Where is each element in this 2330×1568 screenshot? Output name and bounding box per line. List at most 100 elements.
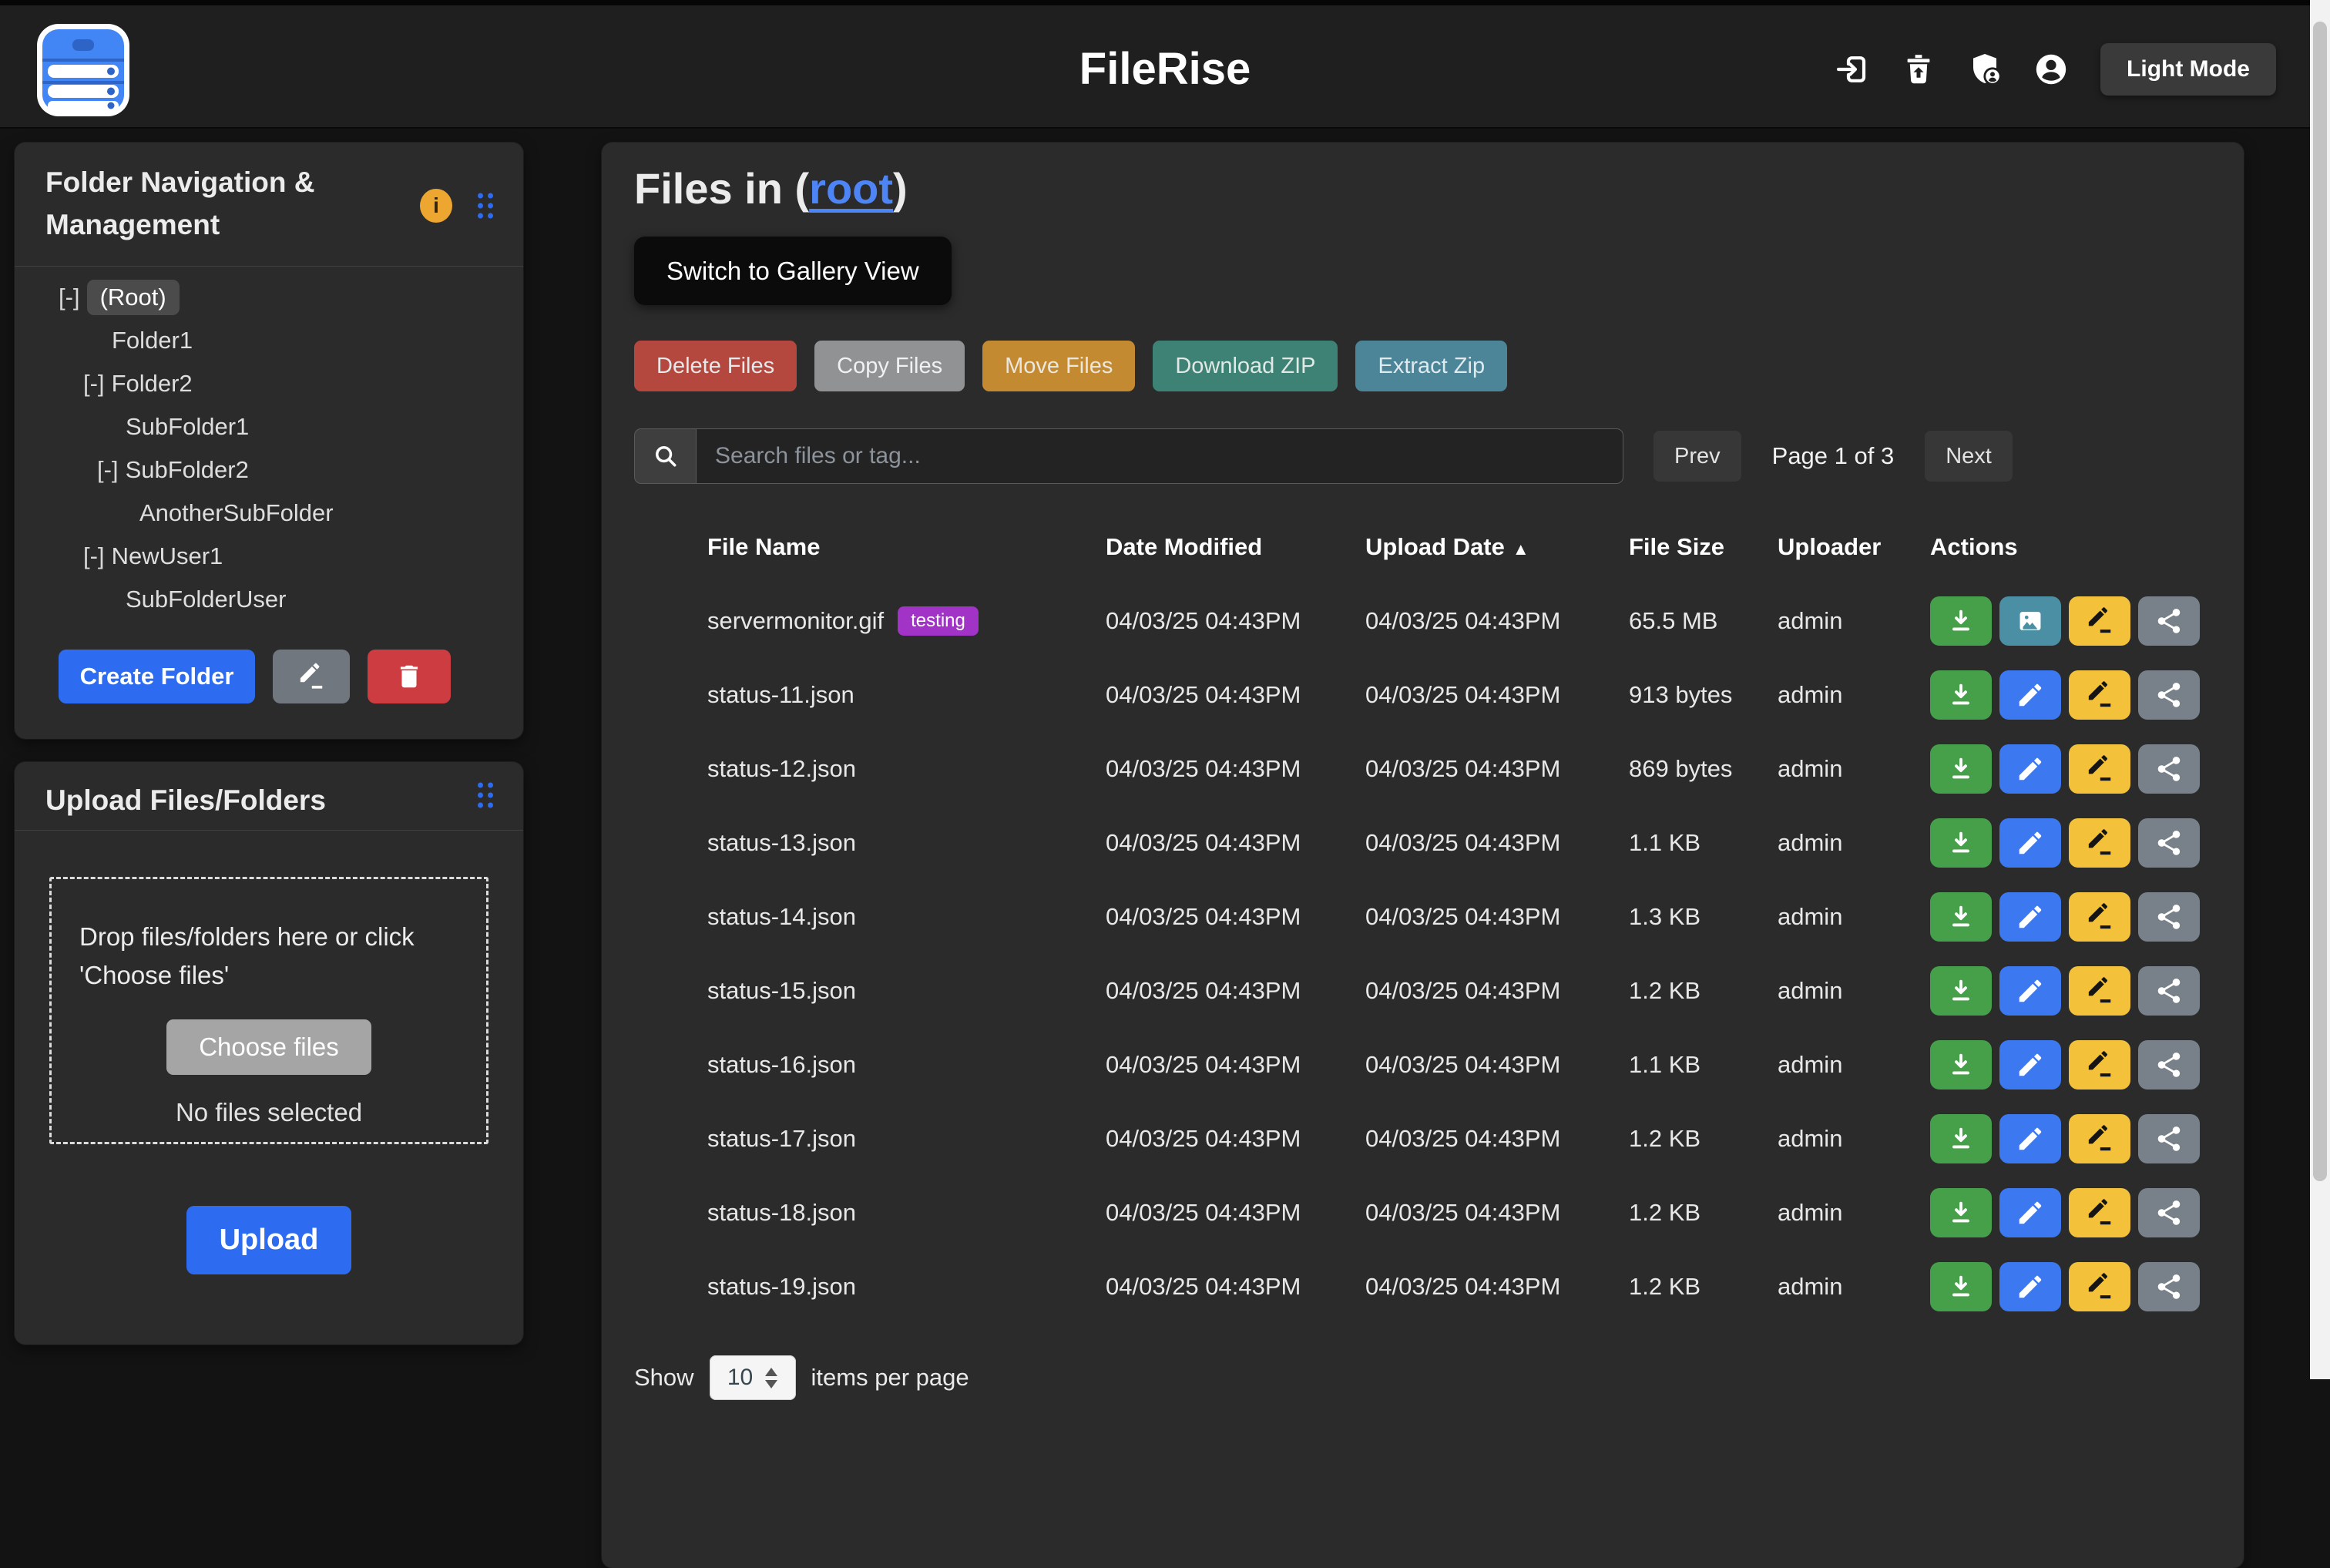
tree-item[interactable]: Folder1 — [15, 319, 523, 362]
download-button[interactable] — [1930, 1040, 1992, 1090]
rename-tag-button[interactable] — [2069, 1262, 2130, 1311]
scrollbar-track[interactable] — [2310, 0, 2330, 1379]
preview-image-button[interactable] — [1999, 596, 2061, 646]
edit-file-button[interactable] — [1999, 892, 2061, 942]
edit-file-button[interactable] — [1999, 818, 2061, 868]
file-name[interactable]: status-16.json — [707, 1051, 856, 1079]
share-file-button[interactable] — [2138, 1040, 2200, 1090]
share-file-button[interactable] — [2138, 818, 2200, 868]
download-button[interactable] — [1930, 966, 1992, 1016]
download-button[interactable] — [1930, 892, 1992, 942]
file-name[interactable]: status-11.json — [707, 681, 854, 709]
share-file-button[interactable] — [2138, 1188, 2200, 1237]
edit-file-button[interactable] — [1999, 744, 2061, 794]
rename-tag-button[interactable] — [2069, 744, 2130, 794]
rename-tag-button[interactable] — [2069, 1188, 2130, 1237]
logout-icon[interactable] — [1834, 51, 1871, 88]
edit-file-button[interactable] — [1999, 966, 2061, 1016]
search-input[interactable] — [696, 428, 1623, 484]
prev-page-button[interactable]: Prev — [1653, 431, 1741, 482]
edit-file-button[interactable] — [1999, 1040, 2061, 1090]
rename-tag-button[interactable] — [2069, 596, 2130, 646]
rename-tag-button[interactable] — [2069, 966, 2130, 1016]
drag-handle-icon[interactable] — [475, 781, 495, 810]
edit-file-button[interactable] — [1999, 670, 2061, 720]
tree-item[interactable]: SubFolder1 — [15, 405, 523, 448]
tree-item-label[interactable]: NewUser1 — [112, 542, 223, 570]
rename-tag-button[interactable] — [2069, 670, 2130, 720]
share-file-button[interactable] — [2138, 744, 2200, 794]
download-button[interactable] — [1930, 670, 1992, 720]
download-button[interactable] — [1930, 596, 1992, 646]
delete-folder-button[interactable] — [368, 650, 451, 703]
tree-expander-icon[interactable]: [-] — [97, 456, 119, 484]
upload-button[interactable]: Upload — [186, 1206, 351, 1274]
file-dropzone[interactable]: Drop files/folders here or click 'Choose… — [49, 877, 488, 1144]
download-button[interactable] — [1930, 744, 1992, 794]
rename-tag-button[interactable] — [2069, 1040, 2130, 1090]
copy-files-button[interactable]: Copy Files — [814, 341, 965, 391]
file-name[interactable]: status-15.json — [707, 977, 856, 1005]
shield-user-icon[interactable] — [1966, 51, 2003, 88]
file-name[interactable]: status-13.json — [707, 829, 856, 857]
tree-item-label[interactable]: SubFolder1 — [126, 413, 249, 441]
download-button[interactable] — [1930, 1262, 1992, 1311]
switch-gallery-view-button[interactable]: Switch to Gallery View — [634, 237, 952, 305]
share-file-button[interactable] — [2138, 596, 2200, 646]
file-name[interactable]: status-19.json — [707, 1273, 856, 1301]
delete-files-button[interactable]: Delete Files — [634, 341, 797, 391]
tree-expander-icon[interactable]: [-] — [83, 542, 105, 570]
tree-item[interactable]: AnotherSubFolder — [15, 492, 523, 535]
light-mode-button[interactable]: Light Mode — [2100, 43, 2276, 96]
rename-tag-button[interactable] — [2069, 1114, 2130, 1163]
tree-expander-icon[interactable]: [-] — [59, 284, 80, 311]
tree-item-label[interactable]: SubFolder2 — [126, 456, 249, 484]
download-button[interactable] — [1930, 1188, 1992, 1237]
tree-item[interactable]: [-] NewUser1 — [15, 535, 523, 578]
tree-item-label[interactable]: Folder2 — [112, 370, 193, 398]
edit-file-button[interactable] — [1999, 1188, 2061, 1237]
tree-item-label[interactable]: AnotherSubFolder — [139, 499, 334, 527]
drag-handle-icon[interactable] — [475, 191, 495, 220]
share-file-button[interactable] — [2138, 670, 2200, 720]
share-file-button[interactable] — [2138, 1114, 2200, 1163]
download-button[interactable] — [1930, 818, 1992, 868]
rename-tag-button[interactable] — [2069, 892, 2130, 942]
move-files-button[interactable]: Move Files — [982, 341, 1135, 391]
tree-item[interactable]: SubFolderUser — [15, 578, 523, 621]
account-circle-icon[interactable] — [2033, 51, 2070, 88]
download-button[interactable] — [1930, 1114, 1992, 1163]
file-name[interactable]: status-14.json — [707, 903, 856, 931]
extract-zip-button[interactable]: Extract Zip — [1355, 341, 1507, 391]
info-icon[interactable]: i — [420, 189, 452, 223]
column-file-name[interactable]: File Name — [707, 533, 1106, 561]
tree-item-label[interactable]: Folder1 — [112, 327, 193, 354]
choose-files-button[interactable]: Choose files — [166, 1019, 371, 1075]
tree-expander-icon[interactable]: [-] — [83, 370, 105, 398]
file-name[interactable]: status-18.json — [707, 1199, 856, 1227]
edit-file-button[interactable] — [1999, 1114, 2061, 1163]
download-zip-button[interactable]: Download ZIP — [1153, 341, 1338, 391]
root-folder-link[interactable]: root — [809, 164, 893, 213]
file-name[interactable]: status-12.json — [707, 755, 856, 783]
tree-item[interactable]: [-] Folder2 — [15, 362, 523, 405]
column-date-modified[interactable]: Date Modified — [1106, 533, 1365, 561]
share-file-button[interactable] — [2138, 966, 2200, 1016]
share-file-button[interactable] — [2138, 1262, 2200, 1311]
share-file-button[interactable] — [2138, 892, 2200, 942]
scrollbar-thumb[interactable] — [2313, 22, 2327, 1181]
edit-file-button[interactable] — [1999, 1262, 2061, 1311]
next-page-button[interactable]: Next — [1925, 431, 2013, 482]
tree-item[interactable]: [-] SubFolder2 — [15, 448, 523, 492]
tree-item-label[interactable]: (Root) — [87, 280, 180, 315]
items-per-page-select[interactable]: 10 — [710, 1355, 796, 1400]
rename-tag-button[interactable] — [2069, 818, 2130, 868]
column-uploader[interactable]: Uploader — [1778, 533, 1930, 561]
column-upload-date[interactable]: Upload Date▲ — [1365, 533, 1629, 561]
rename-folder-button[interactable] — [273, 650, 350, 703]
create-folder-button[interactable]: Create Folder — [59, 650, 255, 703]
restore-trash-icon[interactable] — [1900, 51, 1937, 88]
column-file-size[interactable]: File Size — [1629, 533, 1778, 561]
tree-item[interactable]: [-] (Root) — [15, 276, 523, 319]
file-name[interactable]: servermonitor.gif — [707, 607, 884, 635]
